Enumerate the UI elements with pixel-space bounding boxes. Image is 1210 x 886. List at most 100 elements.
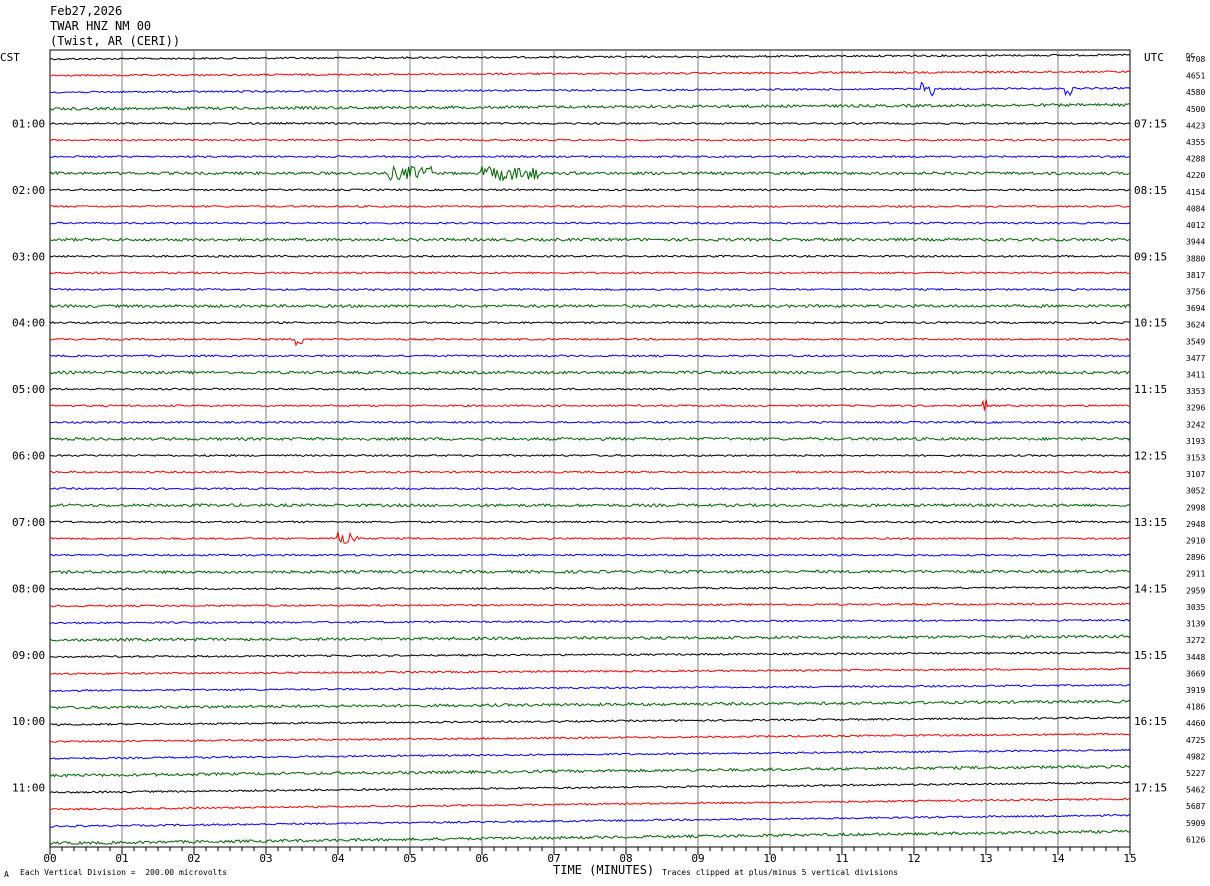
trace-line (49, 370, 1131, 375)
trace-line (50, 667, 1131, 676)
x-tick-label: 11 (835, 852, 848, 865)
trace-line (49, 204, 1131, 209)
dc-offset-label: 3035 (1186, 603, 1205, 612)
dc-offset-label: 3153 (1186, 454, 1205, 463)
dc-offset-label: 3694 (1186, 304, 1205, 313)
trace-line (49, 271, 1131, 275)
right-timezone-label: UTC (1144, 51, 1164, 64)
trace-line (49, 287, 1131, 292)
trace-line (49, 321, 1131, 325)
trace-line (49, 487, 1131, 491)
trace-line (50, 81, 1131, 97)
trace-line (49, 237, 1131, 242)
dc-offset-label: 4500 (1186, 105, 1205, 114)
dc-offset-label: 3549 (1186, 337, 1205, 346)
x-tick-label: 06 (475, 852, 488, 865)
right-hour-label: 12:15 (1134, 450, 1167, 463)
x-tick-label: 01 (115, 852, 128, 865)
x-tick-label: 09 (691, 852, 704, 865)
left-hour-label: 11:00 (12, 782, 45, 795)
dc-offset-label: 3139 (1186, 620, 1205, 629)
trace-line (49, 121, 1131, 125)
x-tick-label: 04 (331, 852, 345, 865)
x-tick-label: 10 (763, 852, 776, 865)
dc-offset-label: 4423 (1186, 121, 1205, 130)
trace-line (49, 399, 1131, 411)
left-hour-label: 05:00 (12, 383, 45, 396)
right-hour-label: 11:15 (1134, 383, 1167, 396)
left-hour-label: 03:00 (12, 250, 45, 263)
left-hour-label: 02:00 (12, 184, 45, 197)
trace-line (50, 602, 1131, 608)
trace-line (49, 618, 1131, 625)
trace-line (49, 683, 1131, 693)
x-axis-title: TIME (MINUTES) (553, 863, 655, 877)
trace-line (49, 453, 1131, 458)
right-hour-label: 07:15 (1134, 117, 1167, 130)
dc-offset-label: 3477 (1186, 354, 1205, 363)
axis-labels: CST UTC DC01:00 07:1502:00 08:1503:00 09:1504… (0, 51, 1205, 844)
dc-offset-label: 4982 (1186, 752, 1205, 761)
right-hour-label: 14:15 (1134, 582, 1167, 595)
dc-offset-label: 4288 (1186, 155, 1205, 164)
trace-line (49, 470, 1131, 474)
dc-offset-label: 3669 (1186, 669, 1205, 678)
dc-offset-label: 4580 (1186, 88, 1205, 97)
helicorder-plot: 00 01 02 03 04 05 06 07 08 09 10 11 12 13 14 15 CST UTC D… (0, 49, 1205, 865)
dc-offset-label: 3052 (1186, 487, 1205, 496)
right-hour-label: 15:15 (1134, 649, 1167, 662)
trace-line (49, 813, 1131, 828)
dc-offset-label: 2896 (1186, 553, 1205, 562)
right-hour-label: 13:15 (1134, 516, 1167, 529)
dc-offset-label: 2948 (1186, 520, 1205, 529)
trace-line (49, 553, 1131, 557)
dc-offset-label: 3107 (1186, 470, 1205, 479)
trace-line (49, 829, 1131, 845)
trace-line (49, 531, 1131, 544)
dc-offset-label: 5462 (1186, 786, 1205, 795)
trace-line (49, 634, 1131, 642)
dc-offset-label: 3296 (1186, 404, 1205, 413)
trace-line (49, 797, 1131, 811)
left-hour-label: 06:00 (12, 450, 45, 463)
dc-offset-label: 3756 (1186, 287, 1205, 296)
trace-line (49, 586, 1131, 591)
x-tick-label: 00 (43, 852, 56, 865)
right-hour-label: 16:15 (1134, 715, 1167, 728)
dc-offset-label: 4012 (1186, 221, 1205, 230)
dc-offset-label: 4651 (1186, 72, 1205, 81)
trace-line (49, 102, 1131, 111)
trace-line (49, 188, 1131, 192)
x-tick-label: 14 (1051, 852, 1065, 865)
left-timezone-label: CST (0, 51, 20, 64)
dc-offset-label: 4708 (1186, 55, 1205, 64)
footer-mark: A (4, 870, 9, 879)
dc-offset-label: 2911 (1186, 570, 1205, 579)
trace-line (49, 748, 1131, 760)
trace-line (49, 699, 1131, 710)
dc-offset-label: 6126 (1186, 835, 1205, 844)
trace-line (49, 716, 1131, 727)
trace-line (49, 387, 1131, 391)
trace-line (49, 354, 1131, 358)
dc-offset-label: 5909 (1186, 819, 1205, 828)
trace-line (49, 70, 1131, 77)
trace-line (49, 502, 1131, 508)
dc-offset-label: 3624 (1186, 321, 1205, 330)
dc-offset-label: 3411 (1186, 370, 1205, 379)
trace-line (49, 138, 1131, 142)
dc-offset-label: 4084 (1186, 204, 1205, 213)
right-hour-label: 17:15 (1134, 782, 1167, 795)
right-hour-label: 10:15 (1134, 317, 1167, 330)
dc-offset-label: 4460 (1186, 719, 1205, 728)
x-tick-label: 02 (187, 852, 200, 865)
left-hour-label: 01:00 (12, 117, 45, 130)
left-hour-label: 08:00 (12, 582, 45, 595)
x-tick-label: 05 (403, 852, 416, 865)
x-tick-label: 13 (979, 852, 992, 865)
trace-line (49, 569, 1131, 575)
dc-offset-label: 4154 (1186, 188, 1205, 197)
dc-offset-label: 3448 (1186, 653, 1205, 662)
left-hour-label: 04:00 (12, 317, 45, 330)
trace-line (49, 732, 1131, 744)
